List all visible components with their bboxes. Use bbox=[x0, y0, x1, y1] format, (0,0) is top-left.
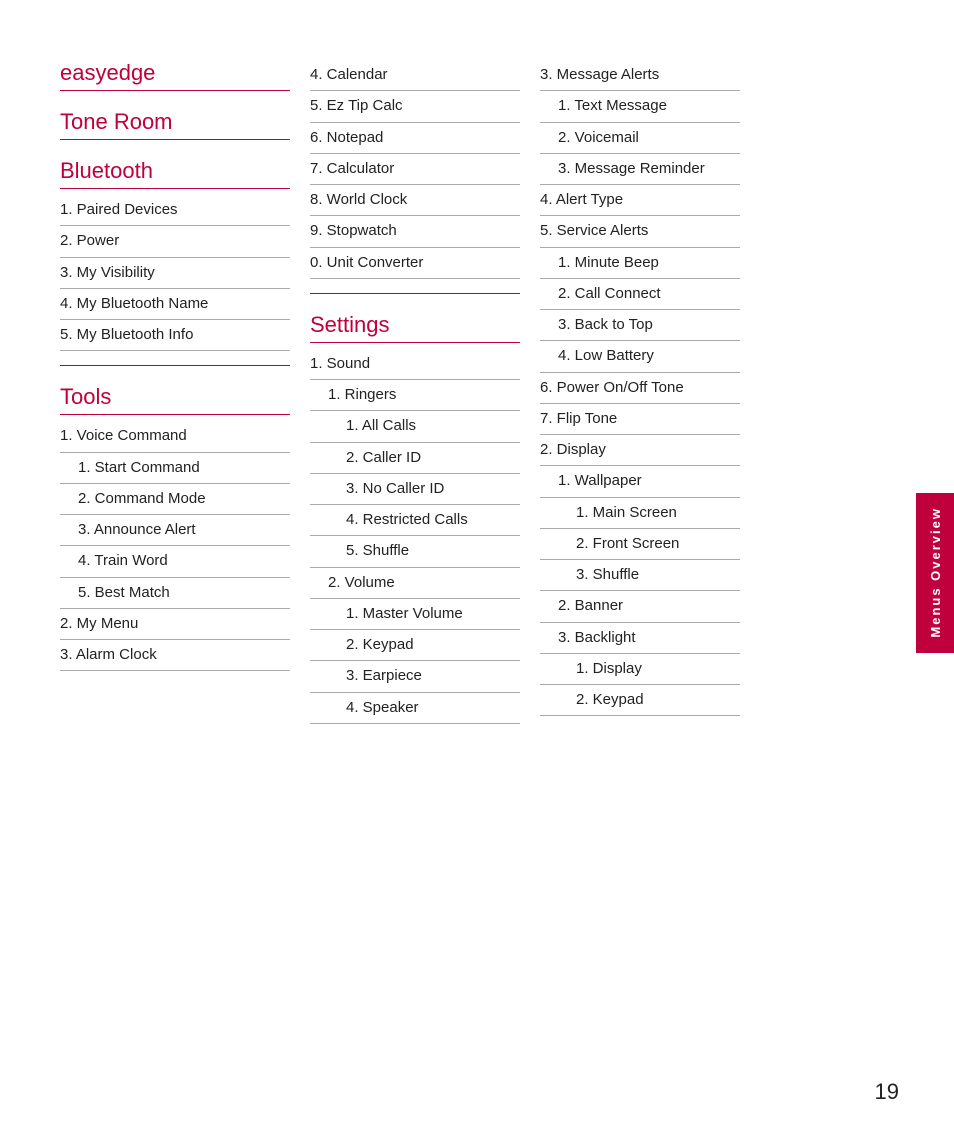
list-item: 5. My Bluetooth Info bbox=[60, 320, 290, 351]
list-item: 3. Message Reminder bbox=[540, 154, 740, 185]
list-item: 4. Train Word bbox=[60, 546, 290, 577]
col-mid: 4. Calendar 5. Ez Tip Calc 6. Notepad 7.… bbox=[310, 60, 540, 724]
list-item: 7. Flip Tone bbox=[540, 404, 740, 435]
page-number: 19 bbox=[875, 1079, 899, 1105]
section-toneroom: Tone Room bbox=[60, 109, 290, 140]
list-item: 3. Earpiece bbox=[310, 661, 520, 692]
list-item: 2. Call Connect bbox=[540, 279, 740, 310]
list-item: 3. Backlight bbox=[540, 623, 740, 654]
list-item: 4. My Bluetooth Name bbox=[60, 289, 290, 320]
list-item: 5. Shuffle bbox=[310, 536, 520, 567]
list-item: 2. Command Mode bbox=[60, 484, 290, 515]
col-right: 3. Message Alerts 1. Text Message 2. Voi… bbox=[540, 60, 760, 724]
list-item: 2. Banner bbox=[540, 591, 740, 622]
list-item: 9. Stopwatch bbox=[310, 216, 520, 247]
list-item: 1. Master Volume bbox=[310, 599, 520, 630]
content-columns: easyedge Tone Room Bluetooth 1. Paired D… bbox=[60, 60, 924, 724]
section-bluetooth: Bluetooth 1. Paired Devices 2. Power 3. … bbox=[60, 158, 290, 351]
list-item: 4. Restricted Calls bbox=[310, 505, 520, 536]
list-item: 2. Display bbox=[540, 435, 740, 466]
list-item: 1. All Calls bbox=[310, 411, 520, 442]
list-item: 5. Ez Tip Calc bbox=[310, 91, 520, 122]
section-header-tools: Tools bbox=[60, 384, 290, 410]
list-item: 3. No Caller ID bbox=[310, 474, 520, 505]
list-item: 0. Unit Converter bbox=[310, 248, 520, 279]
list-item: 3. Shuffle bbox=[540, 560, 740, 591]
list-item: 2. My Menu bbox=[60, 609, 290, 640]
section-settings: Settings 1. Sound 1. Ringers 1. All Call… bbox=[310, 312, 520, 724]
page-container: easyedge Tone Room Bluetooth 1. Paired D… bbox=[0, 0, 954, 784]
section-header-easyedge: easyedge bbox=[60, 60, 290, 86]
section-tools: Tools 1. Voice Command 1. Start Command … bbox=[60, 384, 290, 671]
list-item: 1. Minute Beep bbox=[540, 248, 740, 279]
list-item: 1. Ringers bbox=[310, 380, 520, 411]
list-item: 2. Keypad bbox=[540, 685, 740, 716]
list-item: 3. Announce Alert bbox=[60, 515, 290, 546]
list-item: 2. Caller ID bbox=[310, 443, 520, 474]
list-item: 1. Wallpaper bbox=[540, 466, 740, 497]
section-easyedge: easyedge bbox=[60, 60, 290, 91]
list-item: 6. Power On/Off Tone bbox=[540, 373, 740, 404]
list-item: 5. Service Alerts bbox=[540, 216, 740, 247]
list-item: 1. Paired Devices bbox=[60, 195, 290, 226]
list-item: 7. Calculator bbox=[310, 154, 520, 185]
section-tools-continued: 4. Calendar 5. Ez Tip Calc 6. Notepad 7.… bbox=[310, 60, 520, 279]
section-right: 3. Message Alerts 1. Text Message 2. Voi… bbox=[540, 60, 740, 716]
list-item: 3. Alarm Clock bbox=[60, 640, 290, 671]
list-item: 5. Best Match bbox=[60, 578, 290, 609]
list-item: 1. Voice Command bbox=[60, 421, 290, 452]
list-item: 2. Voicemail bbox=[540, 123, 740, 154]
list-item: 1. Text Message bbox=[540, 91, 740, 122]
list-item: 4. Calendar bbox=[310, 60, 520, 91]
list-item: 2. Keypad bbox=[310, 630, 520, 661]
list-item: 4. Alert Type bbox=[540, 185, 740, 216]
side-tab-label: Menus Overview bbox=[928, 507, 943, 638]
list-item: 2. Volume bbox=[310, 568, 520, 599]
list-item: 8. World Clock bbox=[310, 185, 520, 216]
list-item: 1. Display bbox=[540, 654, 740, 685]
col-left: easyedge Tone Room Bluetooth 1. Paired D… bbox=[60, 60, 310, 724]
list-item: 4. Low Battery bbox=[540, 341, 740, 372]
section-header-settings: Settings bbox=[310, 312, 520, 338]
list-item: 3. Back to Top bbox=[540, 310, 740, 341]
side-tab: Menus Overview bbox=[916, 493, 954, 653]
list-item: 1. Sound bbox=[310, 349, 520, 380]
list-item: 3. Message Alerts bbox=[540, 60, 740, 91]
list-item: 2. Front Screen bbox=[540, 529, 740, 560]
list-item: 1. Main Screen bbox=[540, 498, 740, 529]
section-header-bluetooth: Bluetooth bbox=[60, 158, 290, 184]
list-item: 6. Notepad bbox=[310, 123, 520, 154]
section-header-toneroom: Tone Room bbox=[60, 109, 290, 135]
list-item: 2. Power bbox=[60, 226, 290, 257]
list-item: 4. Speaker bbox=[310, 693, 520, 724]
list-item: 3. My Visibility bbox=[60, 258, 290, 289]
list-item: 1. Start Command bbox=[60, 453, 290, 484]
